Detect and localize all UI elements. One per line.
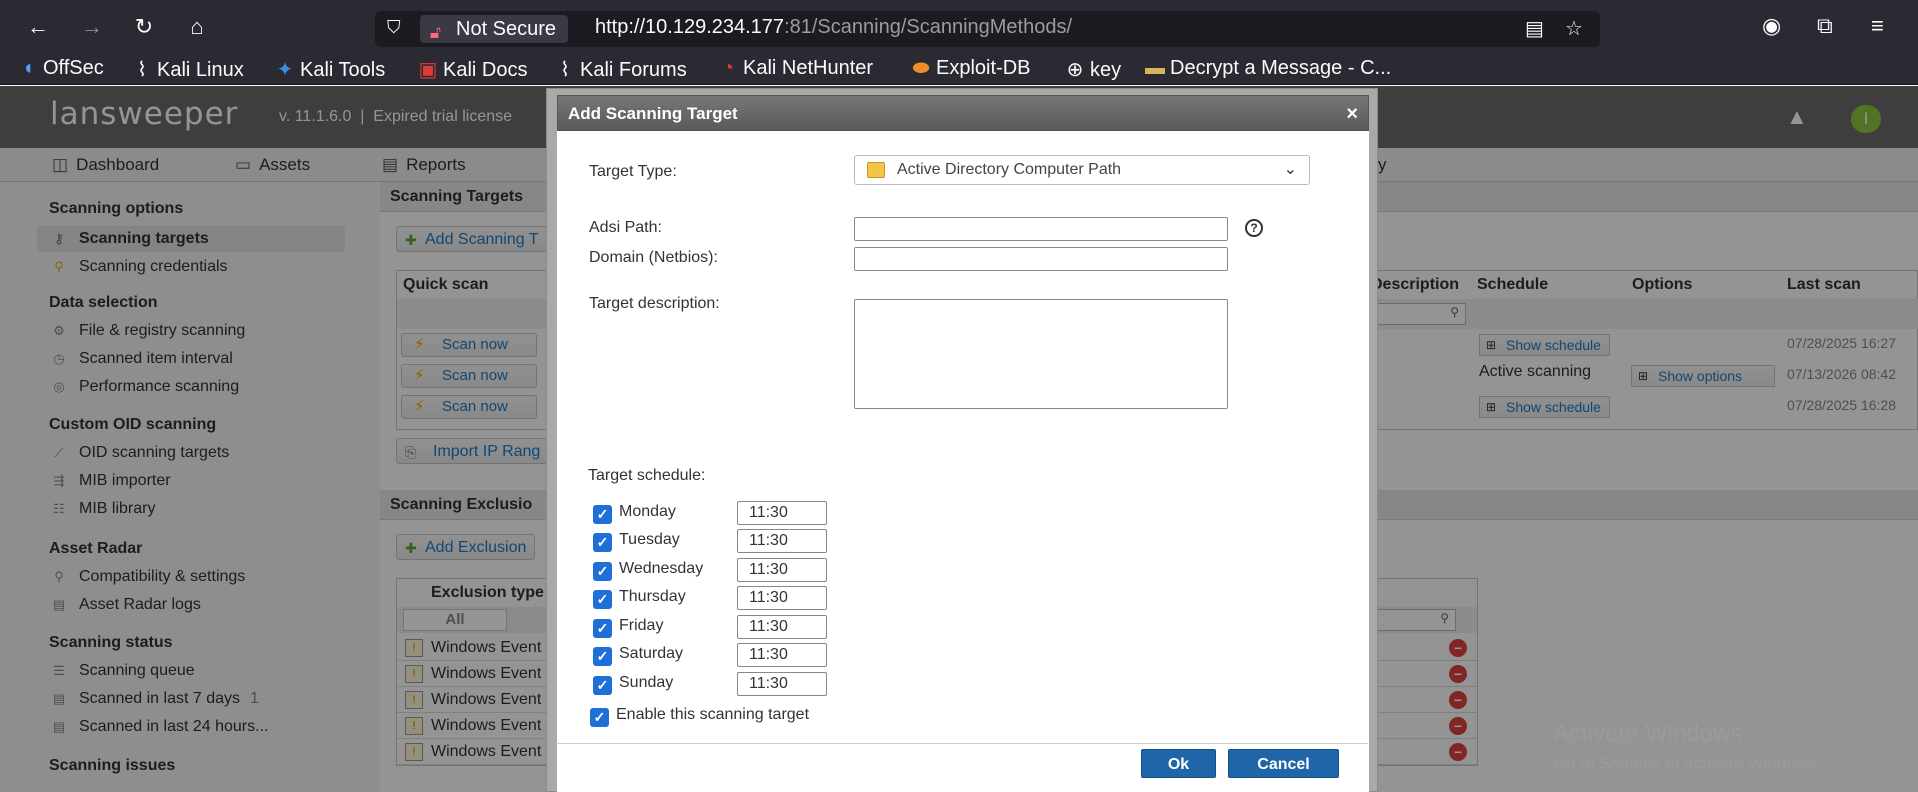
ok-button[interactable]: Ok bbox=[1141, 749, 1216, 778]
enable-target-label: Enable this scanning target bbox=[616, 706, 810, 723]
cancel-button[interactable]: Cancel bbox=[1228, 749, 1339, 778]
monday-time-input[interactable]: 11:30 bbox=[737, 501, 827, 525]
enable-target-checkbox[interactable]: ✓ bbox=[590, 708, 609, 727]
bookmark-kali-tools[interactable]: ✦ Kali Tools bbox=[275, 57, 386, 82]
globe-icon: ⊕ bbox=[1066, 59, 1084, 81]
monday-checkbox[interactable]: ✓ bbox=[593, 505, 612, 524]
help-icon[interactable]: ? bbox=[1245, 219, 1263, 237]
bookmark-key[interactable]: ⊕ key bbox=[1065, 57, 1122, 82]
tuesday-checkbox[interactable]: ✓ bbox=[593, 533, 612, 552]
address-bar[interactable]: ⛉ 🔓︎ Not Secure http://10.129.234.177:81… bbox=[375, 11, 1600, 47]
url-text[interactable]: http://10.129.234.177:81/Scanning/Scanni… bbox=[595, 16, 1072, 39]
sunday-checkbox[interactable]: ✓ bbox=[593, 676, 612, 695]
bookmarks-bar: ◖ OffSec ⌇ Kali Linux ✦ Kali Tools ▣ Kali Do… bbox=[0, 52, 1918, 85]
kali-forums-icon: ⌇ bbox=[560, 59, 570, 81]
friday-time-input[interactable]: 11:30 bbox=[737, 615, 827, 639]
forward-icon[interactable]: → bbox=[78, 13, 106, 41]
sunday-time-input[interactable]: 11:30 bbox=[737, 672, 827, 696]
thursday-time-input[interactable]: 11:30 bbox=[737, 586, 827, 610]
folder-icon bbox=[867, 162, 885, 178]
tuesday-time-input[interactable]: 11:30 bbox=[737, 529, 827, 553]
thursday-checkbox[interactable]: ✓ bbox=[593, 590, 612, 609]
reader-view-icon[interactable]: ▤ bbox=[1525, 16, 1544, 41]
dialog-title-bar[interactable]: Add Scanning Target × bbox=[557, 95, 1369, 131]
wednesday-checkbox[interactable]: ✓ bbox=[593, 562, 612, 581]
insecure-lock-icon: 🔓︎ bbox=[430, 23, 442, 42]
extensions-icon[interactable]: ⧉ bbox=[1817, 13, 1833, 39]
nethunter-icon: ◔ bbox=[721, 57, 735, 79]
bookmark-offsec[interactable]: ◖ OffSec bbox=[18, 57, 104, 80]
dialog-body: Target Type: Active Directory Computer P… bbox=[557, 131, 1369, 792]
exploit-db-icon: ⬬ bbox=[912, 57, 930, 79]
menu-icon[interactable]: ≡ bbox=[1871, 13, 1884, 39]
bookmark-kali-docs[interactable]: ▣ Kali Docs bbox=[418, 57, 528, 82]
dialog-footer-divider bbox=[556, 743, 1368, 744]
schedule-label: Target schedule: bbox=[588, 467, 706, 484]
domain-label: Domain (Netbios): bbox=[589, 249, 718, 266]
bookmark-kali-linux[interactable]: ⌇ Kali Linux bbox=[132, 57, 244, 82]
description-textarea[interactable] bbox=[854, 299, 1228, 409]
chevron-down-icon: ⌄ bbox=[1283, 161, 1297, 178]
security-indicator[interactable]: 🔓︎ Not Secure bbox=[420, 15, 569, 43]
bookmark-kali-forums[interactable]: ⌇ Kali Forums bbox=[555, 57, 687, 82]
account-icon[interactable]: ◉ bbox=[1762, 13, 1781, 39]
bookmark-decrypt[interactable]: ▬ Decrypt a Message - C... bbox=[1145, 57, 1391, 80]
description-label: Target description: bbox=[589, 295, 720, 312]
back-icon[interactable]: ← bbox=[24, 13, 52, 41]
activate-windows-watermark: Activate Windows Go to Settings to activ… bbox=[1553, 720, 1822, 773]
shield-icon[interactable]: ⛉ bbox=[387, 17, 409, 41]
offsec-icon: ◖ bbox=[21, 57, 35, 79]
close-icon[interactable]: × bbox=[1346, 96, 1358, 132]
target-type-label: Target Type: bbox=[589, 163, 677, 180]
bookmark-star-icon[interactable]: ☆ bbox=[1565, 16, 1583, 41]
wednesday-time-input[interactable]: 11:30 bbox=[737, 558, 827, 582]
add-scanning-target-dialog: Add Scanning Target × Target Type: Activ… bbox=[546, 88, 1378, 792]
kali-tools-icon: ✦ bbox=[276, 59, 294, 81]
home-icon[interactable]: ⌂ bbox=[183, 13, 211, 41]
adsi-path-input[interactable] bbox=[854, 217, 1228, 241]
browser-toolbar: ← → ↻ ⌂ ⛉ 🔓︎ Not Secure http://10.129.23… bbox=[0, 0, 1918, 52]
reload-icon[interactable]: ↻ bbox=[130, 13, 158, 41]
target-type-select[interactable]: Active Directory Computer Path ⌄ bbox=[854, 155, 1310, 185]
bookmark-exploit-db[interactable]: ⬬ Exploit-DB bbox=[911, 57, 1030, 80]
adsi-path-label: Adsi Path: bbox=[589, 219, 662, 236]
bookmark-kali-nethunter[interactable]: ◔ Kali NetHunter bbox=[718, 57, 873, 80]
saturday-checkbox[interactable]: ✓ bbox=[593, 647, 612, 666]
friday-checkbox[interactable]: ✓ bbox=[593, 619, 612, 638]
kali-docs-icon: ▣ bbox=[418, 59, 438, 81]
decrypt-icon: ▬ bbox=[1145, 57, 1165, 79]
domain-input[interactable] bbox=[854, 247, 1228, 271]
saturday-time-input[interactable]: 11:30 bbox=[737, 643, 827, 667]
kali-dragon-icon: ⌇ bbox=[137, 59, 147, 81]
dialog-title: Add Scanning Target bbox=[568, 104, 738, 123]
